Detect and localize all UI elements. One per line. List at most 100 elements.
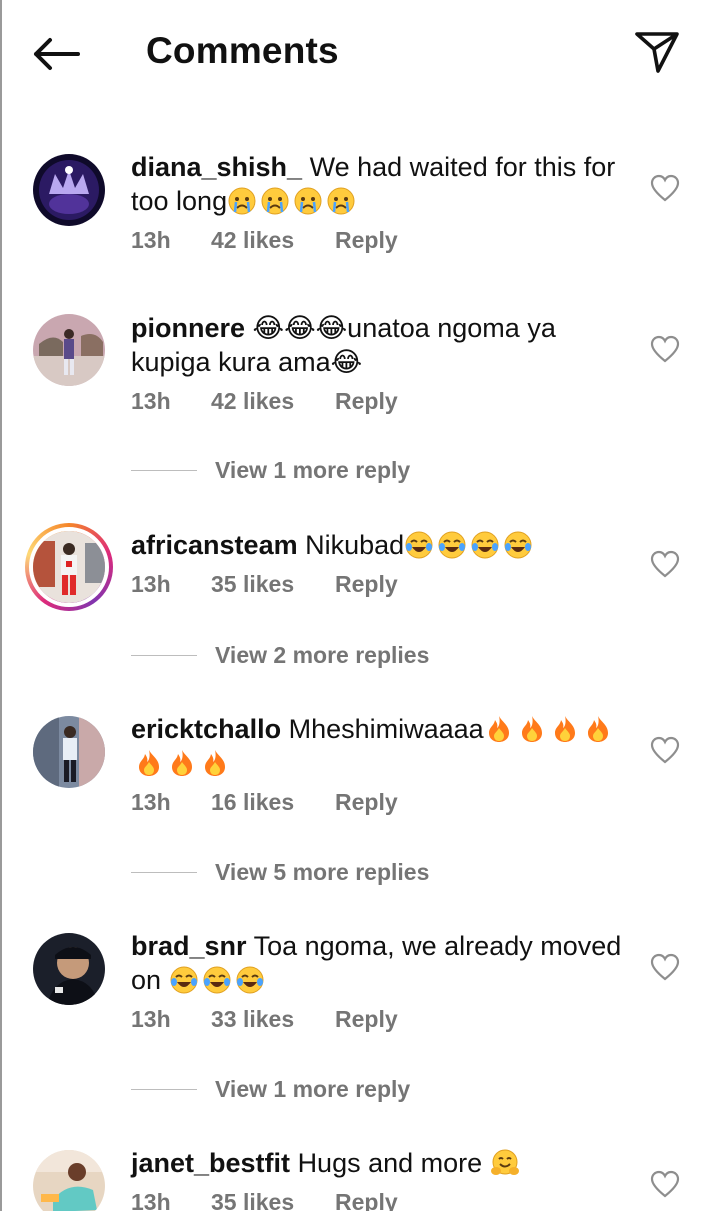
heart-icon[interactable] xyxy=(650,335,680,363)
comment-meta: 13h 16 likes Reply xyxy=(131,789,631,816)
view-replies-label: View 5 more replies xyxy=(215,859,430,885)
heart-icon[interactable] xyxy=(650,174,680,202)
comment-likes[interactable]: 35 likes xyxy=(211,571,335,598)
laughing-face-icon xyxy=(203,966,231,994)
reply-button[interactable]: Reply xyxy=(335,388,398,415)
comment-text: janet_bestfit Hugs and more xyxy=(131,1146,631,1180)
emoji-group xyxy=(490,1148,520,1178)
paper-plane-icon xyxy=(635,32,679,73)
comment-likes[interactable]: 33 likes xyxy=(211,1006,335,1033)
reply-button[interactable]: Reply xyxy=(335,227,398,254)
avatar[interactable] xyxy=(33,154,105,226)
comment-time: 13h xyxy=(131,227,171,253)
story-ring xyxy=(29,527,109,607)
comment-time: 13h xyxy=(131,1006,171,1032)
avatar[interactable] xyxy=(33,933,105,1005)
replies-divider xyxy=(131,1089,197,1090)
avatar-image xyxy=(33,314,105,386)
reply-button[interactable]: Reply xyxy=(335,789,398,816)
crying-face-icon xyxy=(294,187,322,215)
avatar[interactable] xyxy=(25,523,113,611)
laughing-face-icon xyxy=(471,531,499,559)
back-button[interactable] xyxy=(30,32,82,76)
view-more-replies[interactable]: View 2 more replies xyxy=(131,642,631,669)
laughing-face-icon xyxy=(236,966,264,994)
fire-icon xyxy=(587,716,608,742)
arrow-left-icon xyxy=(34,38,80,70)
avatar-image xyxy=(33,933,105,1005)
comment-text: brad_snr Toa ngoma, we already moved on xyxy=(131,929,631,997)
heart-icon[interactable] xyxy=(650,736,680,764)
avatar[interactable] xyxy=(33,1150,105,1211)
hugging-face-icon xyxy=(490,1149,519,1175)
left-edge-border xyxy=(0,0,2,1211)
avatar[interactable] xyxy=(33,314,105,386)
share-button[interactable] xyxy=(632,28,682,76)
comment-meta: 13h 42 likes Reply xyxy=(131,388,631,415)
crying-face-icon xyxy=(261,187,289,215)
view-replies-label: View 1 more reply xyxy=(215,1076,411,1102)
comment-username[interactable]: africansteam xyxy=(131,530,298,560)
comment-body: Nikubad xyxy=(305,530,405,560)
comment-username[interactable]: janet_bestfit xyxy=(131,1148,290,1178)
avatar[interactable] xyxy=(33,716,105,788)
view-more-replies[interactable]: View 1 more reply xyxy=(131,457,631,484)
comment-likes[interactable]: 42 likes xyxy=(211,388,335,415)
comment-likes[interactable]: 16 likes xyxy=(211,789,335,816)
page-title: Comments xyxy=(146,30,339,71)
emoji-group xyxy=(404,530,533,560)
comment-username[interactable]: ericktchallo xyxy=(131,714,281,744)
comment-meta: 13h 33 likes Reply xyxy=(131,1006,631,1033)
avatar-image xyxy=(33,1150,105,1211)
fire-icon xyxy=(521,716,542,742)
comment-username[interactable]: diana_shish_ xyxy=(131,152,302,182)
comment-body: Mheshimiwaaaa xyxy=(288,714,484,744)
emoji-group xyxy=(169,965,265,995)
view-more-replies[interactable]: View 1 more reply xyxy=(131,1076,631,1103)
comment-likes[interactable]: 42 likes xyxy=(211,227,335,254)
emoji-group xyxy=(227,186,356,216)
reply-button[interactable]: Reply xyxy=(335,571,398,598)
view-replies-label: View 1 more reply xyxy=(215,457,411,483)
avatar-image xyxy=(33,154,105,226)
comment-text: ericktchallo Mheshimiwaaaa xyxy=(131,712,631,780)
heart-icon[interactable] xyxy=(650,550,680,578)
view-replies-label: View 2 more replies xyxy=(215,642,430,668)
reply-button[interactable]: Reply xyxy=(335,1189,398,1211)
view-more-replies[interactable]: View 5 more replies xyxy=(131,859,631,886)
comment-text: diana_shish_ We had waited for this for … xyxy=(131,150,631,218)
header-bar: Comments xyxy=(0,0,720,110)
crying-face-icon xyxy=(327,187,355,215)
comment-time: 13h xyxy=(131,388,171,414)
comment-time: 13h xyxy=(131,1189,171,1211)
comment-meta: 13h 42 likes Reply xyxy=(131,227,631,254)
fire-icon xyxy=(205,750,225,776)
replies-divider xyxy=(131,655,197,656)
laughing-face-icon xyxy=(438,531,466,559)
reply-button[interactable]: Reply xyxy=(335,1006,398,1033)
fire-icon xyxy=(488,716,509,742)
avatar-image xyxy=(33,716,105,788)
comment-username[interactable]: brad_snr xyxy=(131,931,247,961)
comment-body: Hugs and more xyxy=(297,1148,483,1178)
fire-icon xyxy=(139,750,159,776)
heart-icon[interactable] xyxy=(650,1170,680,1198)
comment-likes[interactable]: 35 likes xyxy=(211,1189,335,1211)
laughing-face-icon xyxy=(504,531,532,559)
crying-face-icon xyxy=(228,187,256,215)
replies-divider xyxy=(131,470,197,471)
comment-text: pionnere 😂😂😂unatoa ngoma ya kupiga kura … xyxy=(131,311,631,379)
comment-meta: 13h 35 likes Reply xyxy=(131,571,631,598)
replies-divider xyxy=(131,872,197,873)
comment-time: 13h xyxy=(131,571,171,597)
laughing-face-icon xyxy=(170,966,198,994)
comment-meta: 13h 35 likes Reply xyxy=(131,1189,631,1211)
comment-time: 13h xyxy=(131,789,171,815)
avatar-image xyxy=(33,531,105,603)
laughing-face-icon xyxy=(405,531,433,559)
heart-icon[interactable] xyxy=(650,953,680,981)
fire-icon xyxy=(554,716,575,742)
comment-username[interactable]: pionnere xyxy=(131,313,245,343)
comment-text: africansteam Nikubad xyxy=(131,528,631,562)
fire-icon xyxy=(172,750,192,776)
